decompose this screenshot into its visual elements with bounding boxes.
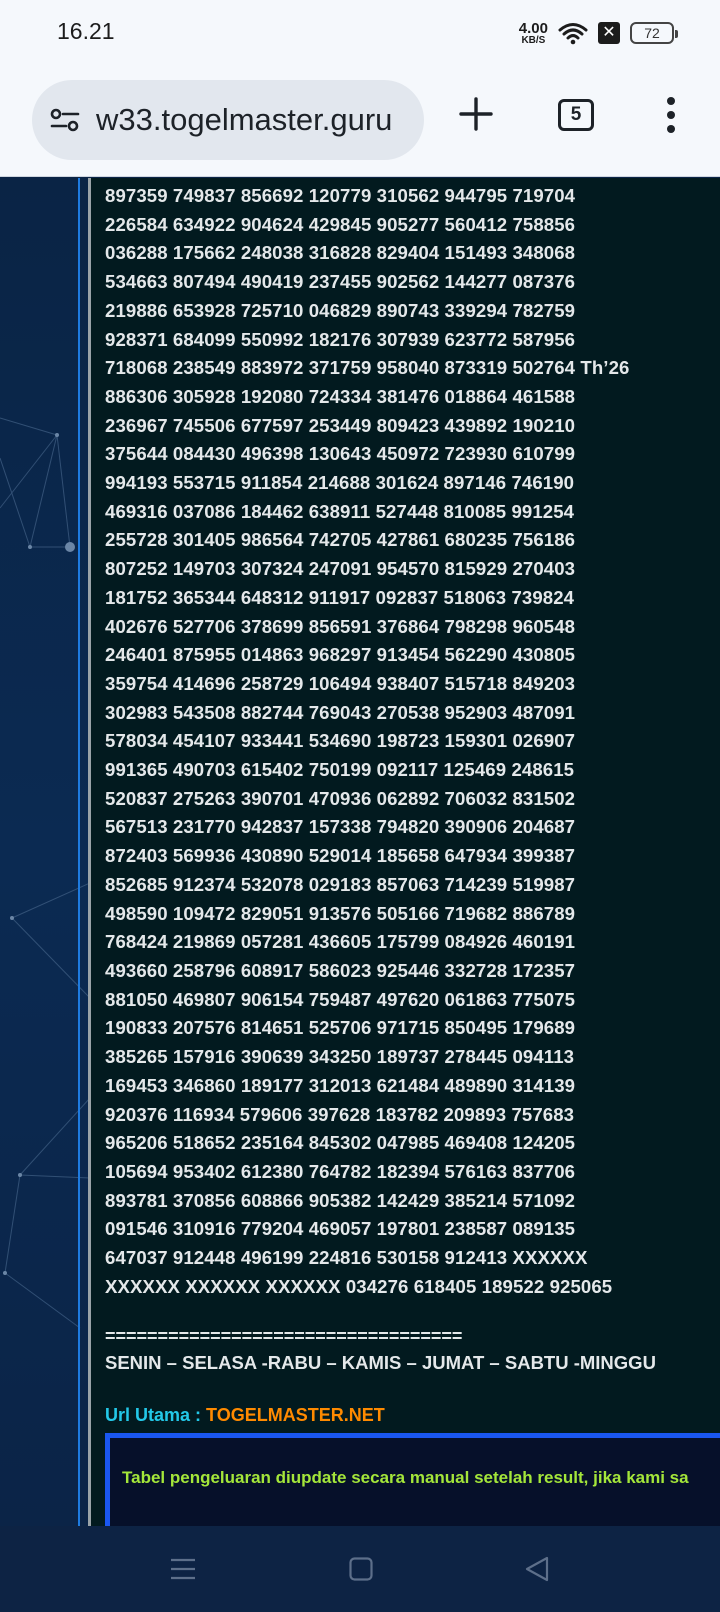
result-row: 893781 370856 608866 905382 142429 38521… <box>105 1189 576 1211</box>
result-row: 493660 258796 608917 586023 925446 33272… <box>105 959 576 981</box>
menu-icon[interactable] <box>170 1557 196 1581</box>
left-accent-rule <box>78 178 80 1526</box>
address-bar[interactable]: w33.togelmaster.guru <box>32 80 424 160</box>
site-settings-icon[interactable] <box>48 105 82 135</box>
main-url-link[interactable]: TOGELMASTER.NET <box>206 1405 385 1425</box>
result-row: 402676 527706 378699 856591 376864 79829… <box>105 615 576 637</box>
result-row: 881050 469807 906154 759487 497620 06186… <box>105 988 576 1010</box>
result-row: 236967 745506 677597 253449 809423 43989… <box>105 414 576 436</box>
result-row: 647037 912448 496199 224816 530158 91241… <box>105 1247 588 1269</box>
tabs-icon[interactable]: 5 <box>558 99 594 131</box>
system-navigation-bar <box>0 1526 720 1612</box>
more-options-icon[interactable] <box>664 96 678 134</box>
result-row: 226584 634922 904624 429845 905277 56041… <box>105 213 576 235</box>
result-row: 385265 157916 390639 343250 189737 27844… <box>105 1046 575 1068</box>
result-row: 181752 365344 648312 911917 092837 51806… <box>105 586 575 608</box>
background-network-decoration <box>0 417 90 1329</box>
result-row: 498590 109472 829051 913576 505166 71968… <box>105 902 576 924</box>
result-row: 567513 231770 942837 157338 794820 39090… <box>105 816 576 838</box>
battery-icon: 72 <box>630 22 678 44</box>
results-list: 897359 749837 856692 120779 310562 94479… <box>105 182 720 1301</box>
network-speed: 4.00 KB/S <box>519 21 548 46</box>
result-row: 991365 490703 615402 750199 092117 12546… <box>105 759 575 781</box>
home-icon[interactable] <box>349 1557 373 1581</box>
results-panel: 897359 749837 856692 120779 310562 94479… <box>88 178 720 1526</box>
browser-toolbar: w33.togelmaster.guru 5 <box>0 66 720 177</box>
separator: ================================== <box>105 1326 463 1346</box>
url-text[interactable]: w33.togelmaster.guru <box>96 102 392 138</box>
days-line: SENIN – SELASA -RABU – KAMIS – JUMAT – S… <box>105 1352 656 1373</box>
result-row: 469316 037086 184462 638911 527448 81008… <box>105 500 575 522</box>
wifi-icon <box>558 23 588 45</box>
result-row: 920376 116934 579606 397628 183782 20989… <box>105 1103 575 1125</box>
network-speed-value: 4.00 <box>518 19 548 37</box>
result-row: 246401 875955 014863 968297 913454 56229… <box>105 644 576 666</box>
result-row: 520837 275263 390701 470936 062892 70603… <box>105 787 576 809</box>
notice-box: Tabel pengeluaran diupdate secara manual… <box>105 1433 720 1526</box>
result-row: 807252 149703 307324 247091 954570 81592… <box>105 558 576 580</box>
battery-level: 72 <box>644 25 660 41</box>
result-row: 036288 175662 248038 316828 829404 15149… <box>105 242 576 264</box>
web-page: 897359 749837 856692 120779 310562 94479… <box>0 178 720 1526</box>
result-row: 852685 912374 532078 029183 857063 71423… <box>105 873 576 895</box>
back-icon[interactable] <box>524 1556 550 1582</box>
result-row: 302983 543508 882744 769043 270538 95290… <box>105 701 576 723</box>
result-row: 105694 953402 612380 764782 182394 57616… <box>105 1160 576 1182</box>
network-speed-unit: KB/S <box>521 34 546 46</box>
result-row: 359754 414696 258729 106494 938407 51571… <box>105 672 576 694</box>
result-row: 718068 238549 883972 371759 958040 87331… <box>105 357 630 379</box>
result-row: 897359 749837 856692 120779 310562 94479… <box>105 185 576 206</box>
result-row: 190833 207576 814651 525706 971715 85049… <box>105 1017 576 1039</box>
notice-text: Tabel pengeluaran diupdate secara manual… <box>122 1468 689 1487</box>
result-row: 928371 684099 550992 182176 307939 62377… <box>105 328 576 350</box>
result-row: 965206 518652 235164 845302 047985 46940… <box>105 1132 576 1154</box>
main-url: Url Utama : TOGELMASTER.NET <box>105 1405 385 1426</box>
x-notification-icon: ✕ <box>598 22 620 44</box>
result-row: 886306 305928 192080 724334 381476 01886… <box>105 385 576 407</box>
status-time: 16.21 <box>57 18 115 44</box>
result-row: 091546 310916 779204 469057 197801 23858… <box>105 1218 576 1240</box>
new-tab-plus-icon[interactable] <box>458 96 494 132</box>
result-row: 375644 084430 496398 130643 450972 72393… <box>105 443 576 465</box>
result-row: 255728 301405 986564 742705 427861 68023… <box>105 529 576 551</box>
result-row: 768424 219869 057281 436605 175799 08492… <box>105 931 576 953</box>
result-row: 534663 807494 490419 237455 902562 14427… <box>105 271 576 293</box>
result-row: 169453 346860 189177 312013 621484 48989… <box>105 1074 576 1096</box>
result-row: 578034 454107 933441 534690 198723 15930… <box>105 730 576 752</box>
status-icons: 4.00 KB/S ✕ 72 <box>519 18 678 48</box>
main-url-label: Url Utama : <box>105 1405 207 1425</box>
status-bar: 16.21 4.00 KB/S ✕ 72 <box>0 0 720 66</box>
result-row: 994193 553715 911854 214688 301624 89714… <box>105 472 575 494</box>
result-row: XXXXXX XXXXXX XXXXXX 034276 618405 18952… <box>105 1275 613 1297</box>
result-row: 872403 569936 430890 529014 185658 64793… <box>105 845 576 867</box>
result-row: 219886 653928 725710 046829 890743 33929… <box>105 299 576 321</box>
